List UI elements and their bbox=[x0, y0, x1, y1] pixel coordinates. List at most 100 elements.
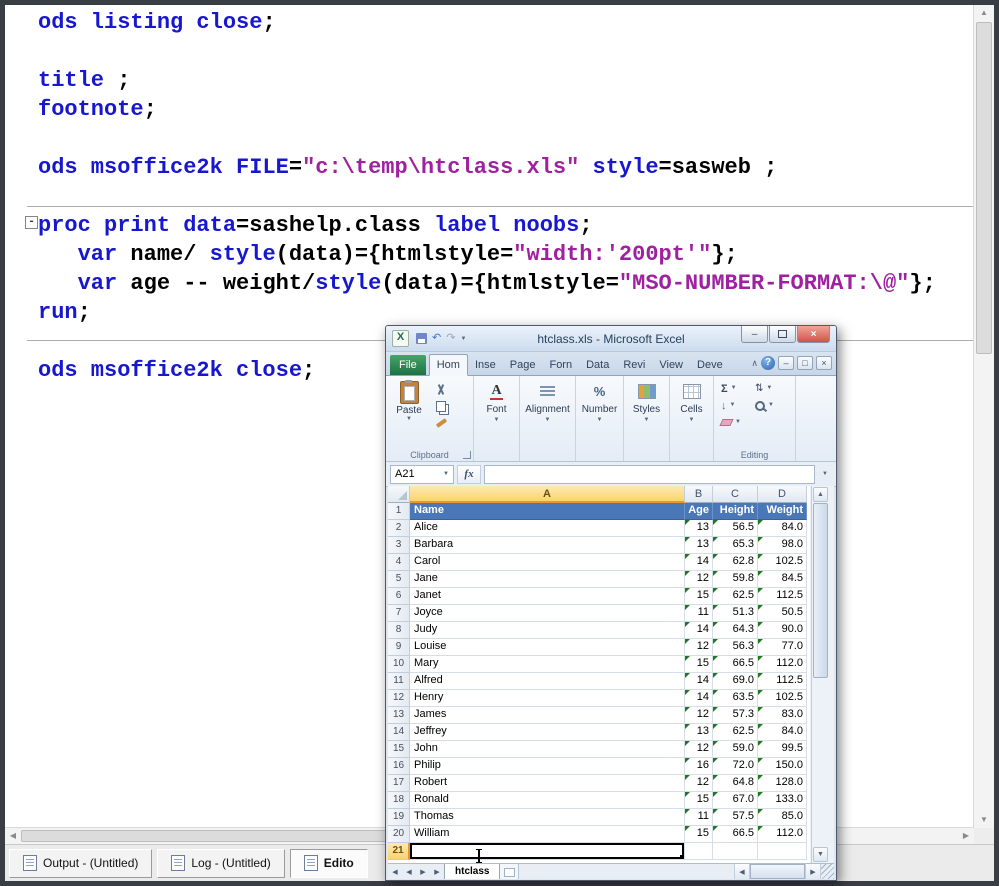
cell-C13[interactable]: 57.3 bbox=[713, 707, 758, 724]
cell-C14[interactable]: 62.5 bbox=[713, 724, 758, 741]
cell-B6[interactable]: 15 bbox=[685, 588, 713, 605]
minimize-button[interactable]: – bbox=[741, 326, 768, 343]
scroll-up-icon[interactable]: ▲ bbox=[974, 5, 994, 21]
excel-title-bar[interactable]: X ↶ ↷ ▼ htclass.xls - Microsoft Excel – … bbox=[386, 326, 836, 352]
prev-sheet-icon[interactable]: ◀ bbox=[402, 864, 416, 879]
ribbon-tab-page[interactable]: Page bbox=[503, 355, 543, 375]
cell-B2[interactable]: 13 bbox=[685, 520, 713, 537]
copy-icon[interactable] bbox=[436, 401, 446, 412]
cell-A5[interactable]: Jane bbox=[410, 571, 685, 588]
cell-A21[interactable] bbox=[410, 843, 685, 860]
cell-C17[interactable]: 64.8 bbox=[713, 775, 758, 792]
cell-B9[interactable]: 12 bbox=[685, 639, 713, 656]
ribbon-group-styles[interactable]: Styles ▼ bbox=[624, 376, 670, 461]
sheet-scrollbar-thumb[interactable] bbox=[813, 503, 828, 678]
cell-D12[interactable]: 102.5 bbox=[758, 690, 807, 707]
ribbon-group-cells[interactable]: Cells ▼ bbox=[670, 376, 714, 461]
cut-icon[interactable] bbox=[435, 384, 447, 395]
ribbon-tab-data[interactable]: Data bbox=[579, 355, 616, 375]
row-header-15[interactable]: 15 bbox=[388, 741, 410, 758]
cell-B16[interactable]: 16 bbox=[685, 758, 713, 775]
cell-C7[interactable]: 51.3 bbox=[713, 605, 758, 622]
row-header-19[interactable]: 19 bbox=[388, 809, 410, 826]
clear-button[interactable]: ▼ bbox=[721, 414, 755, 431]
cell-C8[interactable]: 64.3 bbox=[713, 622, 758, 639]
cell-D5[interactable]: 84.5 bbox=[758, 571, 807, 588]
format-painter-icon[interactable] bbox=[435, 418, 446, 428]
cell-A19[interactable]: Thomas bbox=[410, 809, 685, 826]
cell-D16[interactable]: 150.0 bbox=[758, 758, 807, 775]
cell-D19[interactable]: 85.0 bbox=[758, 809, 807, 826]
cell-D21[interactable] bbox=[758, 843, 807, 860]
cell-A13[interactable]: James bbox=[410, 707, 685, 724]
minimize-ribbon-icon[interactable]: ∧ bbox=[751, 359, 758, 368]
workbook-close-icon[interactable]: × bbox=[816, 356, 832, 370]
scroll-down-icon[interactable]: ▼ bbox=[974, 812, 994, 828]
row-header-10[interactable]: 10 bbox=[388, 656, 410, 673]
ribbon-tab-deve[interactable]: Deve bbox=[690, 355, 730, 375]
row-header-17[interactable]: 17 bbox=[388, 775, 410, 792]
cell-B8[interactable]: 14 bbox=[685, 622, 713, 639]
sheet-hscrollbar-thumb[interactable] bbox=[750, 864, 805, 879]
undo-icon[interactable]: ↶ bbox=[432, 333, 441, 344]
cell-D9[interactable]: 77.0 bbox=[758, 639, 807, 656]
resize-grip-icon[interactable] bbox=[821, 864, 834, 879]
cell-C19[interactable]: 57.5 bbox=[713, 809, 758, 826]
ribbon-tab-revi[interactable]: Revi bbox=[616, 355, 652, 375]
cell-B11[interactable]: 14 bbox=[685, 673, 713, 690]
column-header-A[interactable]: A bbox=[410, 486, 685, 503]
row-header-9[interactable]: 9 bbox=[388, 639, 410, 656]
paste-button[interactable]: Paste ▼ bbox=[391, 380, 427, 461]
cell-D7[interactable]: 50.5 bbox=[758, 605, 807, 622]
cell-B18[interactable]: 15 bbox=[685, 792, 713, 809]
cell-D6[interactable]: 112.5 bbox=[758, 588, 807, 605]
redo-icon[interactable]: ↷ bbox=[446, 333, 455, 344]
column-header-B[interactable]: B bbox=[685, 486, 713, 503]
cell-D14[interactable]: 84.0 bbox=[758, 724, 807, 741]
cell-C1[interactable]: Height bbox=[713, 503, 758, 520]
clipboard-dialog-launcher-icon[interactable] bbox=[463, 451, 471, 459]
row-header-13[interactable]: 13 bbox=[388, 707, 410, 724]
row-header-4[interactable]: 4 bbox=[388, 554, 410, 571]
cell-A12[interactable]: Henry bbox=[410, 690, 685, 707]
cell-B1[interactable]: Age bbox=[685, 503, 713, 520]
cell-A2[interactable]: Alice bbox=[410, 520, 685, 537]
cell-C9[interactable]: 56.3 bbox=[713, 639, 758, 656]
window-tab-log[interactable]: Log - (Untitled) bbox=[157, 849, 284, 878]
cell-D20[interactable]: 112.0 bbox=[758, 826, 807, 843]
expand-formula-bar-icon[interactable]: ▼ bbox=[818, 471, 832, 477]
row-header-21[interactable]: 21 bbox=[388, 843, 410, 860]
cell-A7[interactable]: Joyce bbox=[410, 605, 685, 622]
code-line-3[interactable]: title ; bbox=[5, 66, 974, 95]
next-sheet-icon[interactable]: ▶ bbox=[416, 864, 430, 879]
code-line-4[interactable]: footnote; bbox=[5, 95, 974, 124]
cell-B7[interactable]: 11 bbox=[685, 605, 713, 622]
code-fold-toggle[interactable]: - bbox=[25, 216, 38, 229]
close-button[interactable]: × bbox=[797, 326, 830, 343]
cell-A20[interactable]: William bbox=[410, 826, 685, 843]
cell-B19[interactable]: 11 bbox=[685, 809, 713, 826]
cell-D1[interactable]: Weight bbox=[758, 503, 807, 520]
cell-C4[interactable]: 62.8 bbox=[713, 554, 758, 571]
cell-A10[interactable]: Mary bbox=[410, 656, 685, 673]
cell-A17[interactable]: Robert bbox=[410, 775, 685, 792]
cell-D4[interactable]: 102.5 bbox=[758, 554, 807, 571]
insert-worksheet-icon[interactable] bbox=[500, 864, 519, 879]
name-box-dropdown-icon[interactable]: ▼ bbox=[443, 471, 449, 478]
row-header-7[interactable]: 7 bbox=[388, 605, 410, 622]
code-line-10[interactable]: var age -- weight/style(data)={htmlstyle… bbox=[5, 269, 974, 298]
cell-D10[interactable]: 112.0 bbox=[758, 656, 807, 673]
cell-B4[interactable]: 14 bbox=[685, 554, 713, 571]
ribbon-tab-hom[interactable]: Hom bbox=[429, 354, 468, 376]
row-header-2[interactable]: 2 bbox=[388, 520, 410, 537]
sheet-scroll-right-icon[interactable]: ▶ bbox=[805, 864, 821, 879]
cell-C11[interactable]: 69.0 bbox=[713, 673, 758, 690]
ribbon-group-font[interactable]: A Font ▼ bbox=[474, 376, 520, 461]
sheet-tab-htclass[interactable]: htclass bbox=[444, 864, 500, 879]
maximize-button[interactable] bbox=[769, 326, 796, 343]
cell-C6[interactable]: 62.5 bbox=[713, 588, 758, 605]
ribbon-tab-view[interactable]: View bbox=[652, 355, 690, 375]
code-line-11[interactable]: run; bbox=[5, 298, 974, 327]
cell-A8[interactable]: Judy bbox=[410, 622, 685, 639]
select-all-corner[interactable] bbox=[388, 486, 410, 503]
